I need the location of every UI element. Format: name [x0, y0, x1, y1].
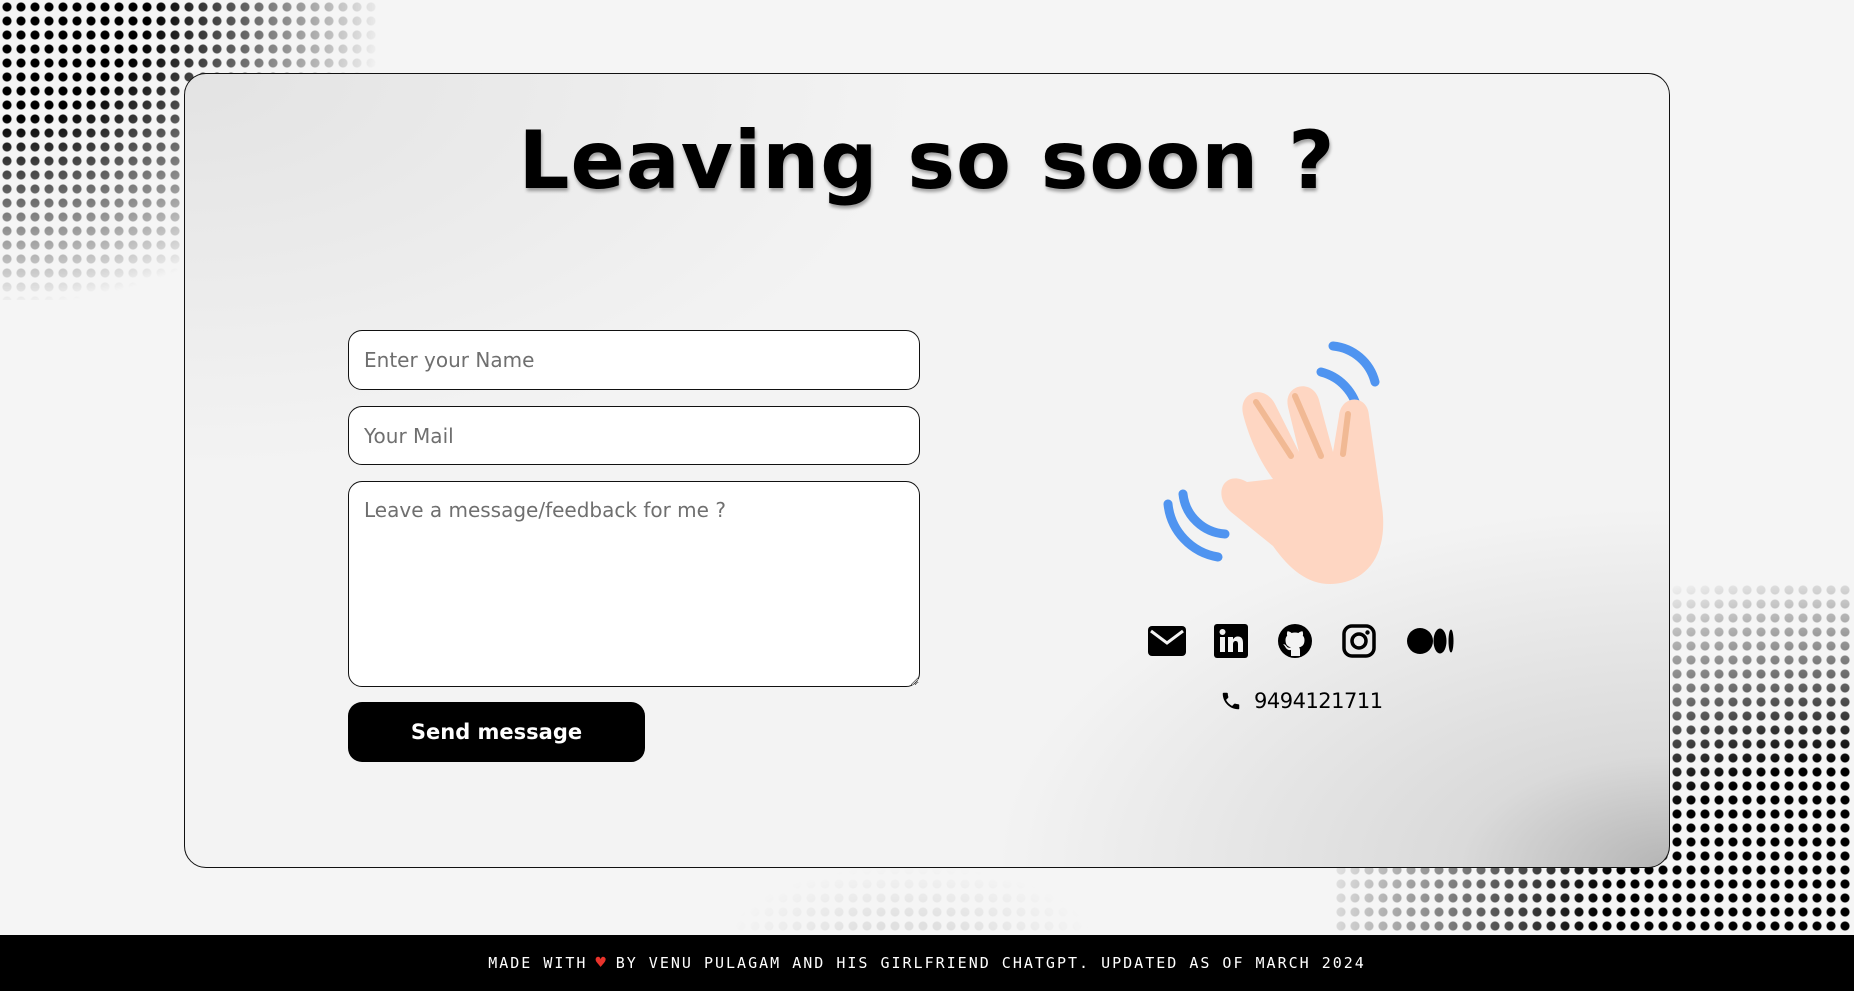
footer-text-start: Made with — [488, 954, 588, 972]
mail-icon — [1148, 626, 1186, 656]
instagram-link[interactable] — [1337, 619, 1381, 663]
email-input[interactable] — [348, 406, 920, 465]
mail-link[interactable] — [1145, 619, 1189, 663]
footer-text-end: by Venu Pulagam and his girlfriend ChatG… — [615, 954, 1366, 972]
linkedin-link[interactable] — [1209, 619, 1253, 663]
message-textarea[interactable] — [348, 481, 920, 687]
medium-link[interactable] — [1405, 619, 1457, 663]
instagram-icon — [1342, 624, 1376, 658]
send-message-button[interactable]: Send message — [348, 702, 645, 762]
page-title: Leaving so soon ? — [518, 114, 1336, 207]
waving-hand-icon — [1163, 341, 1384, 585]
social-links — [1145, 619, 1465, 663]
contact-card: Leaving so soon ? Send message — [184, 73, 1670, 868]
halftone-decoration-bottom-middle — [720, 863, 1100, 943]
github-link[interactable] — [1273, 619, 1317, 663]
medium-icon — [1407, 628, 1454, 654]
phone-icon — [1222, 692, 1240, 710]
heart-icon: ♥ — [595, 953, 608, 973]
github-icon — [1278, 624, 1312, 658]
name-input[interactable] — [348, 330, 920, 390]
contact-phone: 9494121711 — [1220, 684, 1383, 718]
phone-number: 9494121711 — [1254, 689, 1383, 713]
linkedin-icon — [1214, 624, 1248, 658]
site-footer: Made with ♥ by Venu Pulagam and his girl… — [0, 935, 1854, 991]
